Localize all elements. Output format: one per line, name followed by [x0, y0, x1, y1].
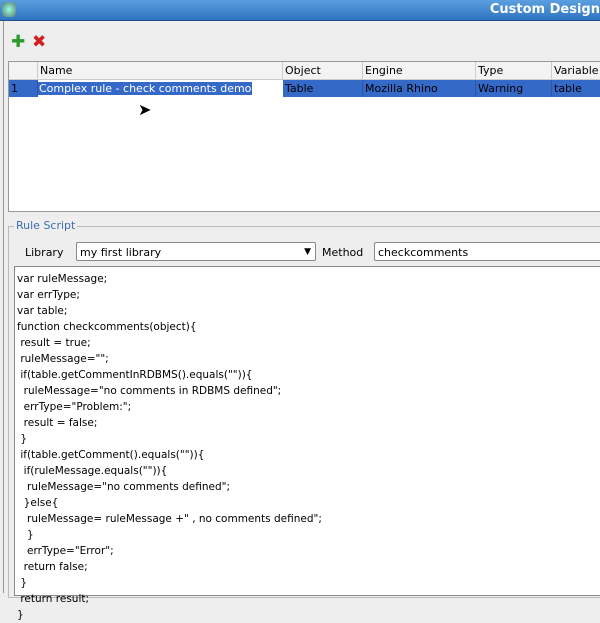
app-icon: [2, 2, 16, 17]
library-value: my first library: [80, 246, 162, 259]
col-name[interactable]: Name: [38, 62, 283, 79]
engine-cell[interactable]: Mozilla Rhino: [363, 80, 476, 97]
plus-icon: ✚: [11, 32, 26, 52]
script-editor[interactable]: var ruleMessage; var errType; var table;…: [14, 266, 600, 621]
type-cell[interactable]: Warning: [476, 80, 552, 97]
title-bar: Custom Design: [0, 0, 600, 21]
object-cell[interactable]: Table: [283, 80, 363, 97]
row-number: 1: [9, 80, 38, 97]
col-engine[interactable]: Engine: [363, 62, 476, 79]
col-rownum: [9, 62, 38, 79]
method-field[interactable]: checkcomments: [374, 242, 600, 261]
delete-rule-button[interactable]: ✖: [32, 32, 47, 52]
table-header: Name Object Engine Type Variable: [9, 62, 600, 80]
method-label: Method: [322, 246, 364, 259]
col-type[interactable]: Type: [476, 62, 552, 79]
col-object[interactable]: Object: [283, 62, 363, 79]
name-value[interactable]: Complex rule - check comments demo: [38, 82, 253, 95]
name-cell-editor[interactable]: Complex rule - check comments demo: [38, 80, 283, 97]
col-variable[interactable]: Variable: [552, 62, 600, 79]
library-dropdown[interactable]: my first library ▼: [76, 242, 316, 261]
chevron-down-icon: ▼: [304, 247, 311, 257]
variable-cell[interactable]: table: [552, 80, 600, 97]
x-icon: ✖: [32, 32, 47, 52]
rules-table[interactable]: Name Object Engine Type Variable 1 Compl…: [8, 61, 600, 212]
rule-script-legend: Rule Script: [14, 219, 78, 232]
window-title: Custom Design: [489, 2, 600, 17]
window-border: [0, 21, 4, 593]
table-row[interactable]: 1 Complex rule - check comments demo Tab…: [9, 80, 600, 97]
add-rule-button[interactable]: ✚: [11, 32, 26, 52]
library-label: Library: [25, 246, 64, 259]
mouse-cursor: ➤: [138, 100, 152, 119]
